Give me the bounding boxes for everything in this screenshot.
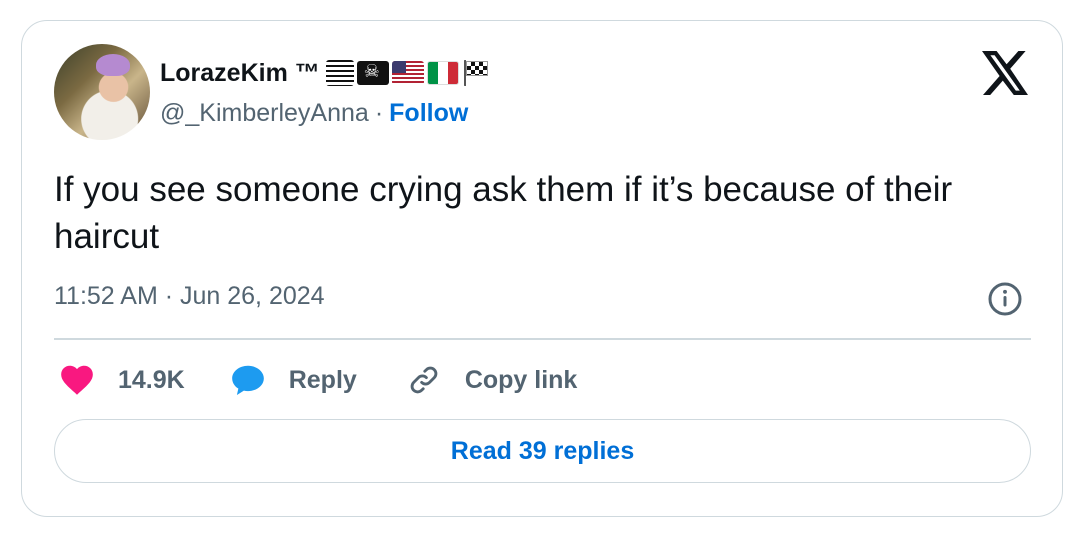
link-icon bbox=[410, 366, 438, 394]
x-logo-icon[interactable] bbox=[982, 51, 1030, 95]
tweet-text: If you see someone crying ask them if it… bbox=[54, 170, 953, 256]
like-button[interactable]: 14.9K bbox=[58, 361, 185, 399]
name-emoji-flags bbox=[325, 60, 490, 86]
author-handle[interactable]: @_KimberleyAnna bbox=[160, 99, 369, 128]
speech-bubble-icon bbox=[231, 365, 264, 396]
divider bbox=[54, 338, 1031, 340]
avatar-hair bbox=[96, 54, 130, 76]
handle-separator: · bbox=[374, 99, 384, 127]
heart-icon bbox=[61, 365, 93, 395]
checkered-flag-icon bbox=[462, 60, 490, 86]
reply-button[interactable]: Reply bbox=[229, 361, 357, 399]
italy-flag-icon bbox=[426, 61, 459, 85]
tweet-actions: 14.9K Reply Copy link bbox=[58, 360, 577, 400]
pirate-flag-icon bbox=[356, 61, 389, 85]
display-name[interactable]: LorazeKim ™ bbox=[160, 59, 320, 88]
us-flag-icon bbox=[391, 61, 424, 85]
lines-flag-icon bbox=[325, 60, 354, 86]
avatar[interactable] bbox=[54, 44, 150, 140]
author-name-row: LorazeKim ™ bbox=[160, 57, 490, 89]
follow-button[interactable]: Follow bbox=[389, 99, 468, 128]
copy-link-button[interactable]: Copy link bbox=[405, 361, 578, 399]
like-count: 14.9K bbox=[118, 365, 185, 394]
read-replies-button[interactable]: Read 39 replies bbox=[54, 419, 1031, 483]
copy-link-label: Copy link bbox=[464, 365, 578, 394]
info-icon[interactable] bbox=[987, 281, 1023, 317]
reply-label: Reply bbox=[288, 365, 357, 394]
tweet-timestamp[interactable]: 11:52 AM · Jun 26, 2024 bbox=[54, 282, 325, 311]
author-handle-row: @_KimberleyAnna · Follow bbox=[160, 99, 468, 128]
